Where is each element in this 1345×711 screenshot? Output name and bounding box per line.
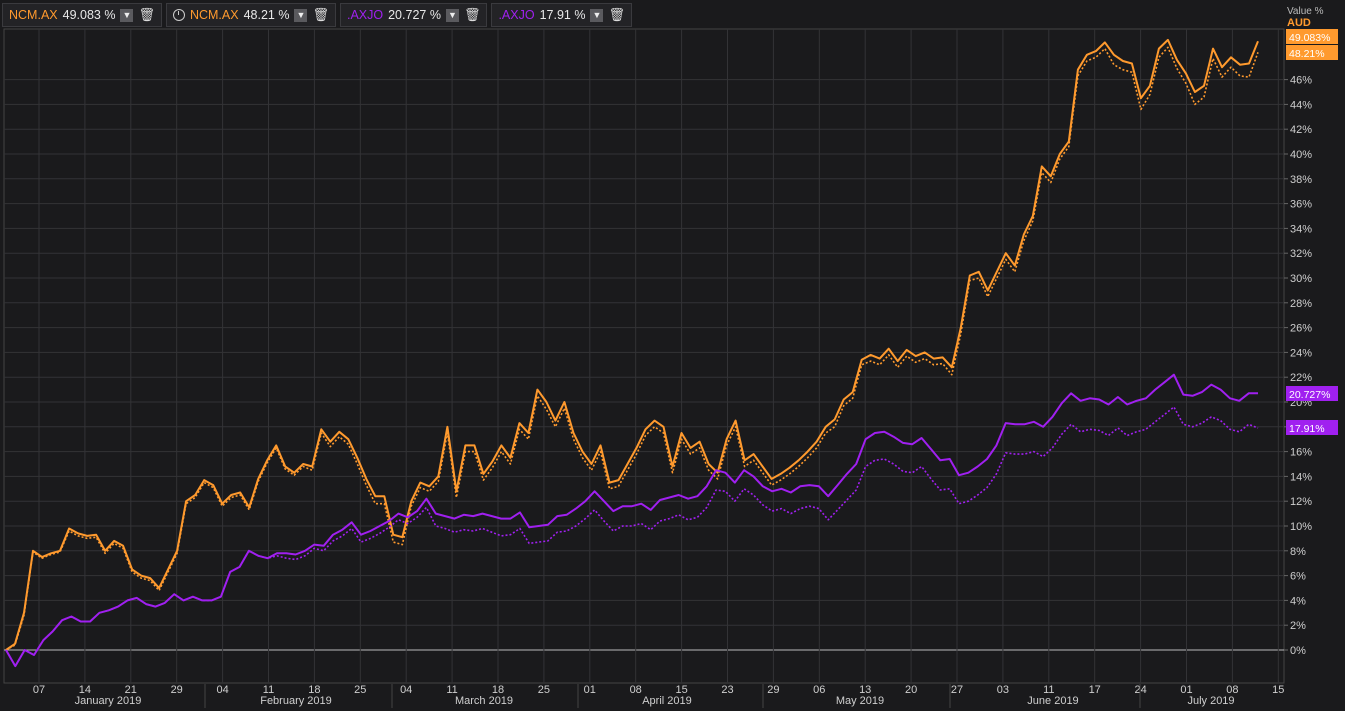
axis-currency-label: AUD [1287, 17, 1311, 29]
y-tick-label: 2% [1290, 620, 1306, 632]
x-tick-label: 04 [216, 684, 228, 696]
y-tick-label: 36% [1290, 199, 1312, 211]
y-axis: 0%2%4%6%8%10%12%14%16%18%20%22%24%26%28%… [1284, 29, 1338, 657]
end-value-label: 49.083% [1289, 32, 1330, 44]
x-tick-label: 29 [171, 684, 183, 696]
month-label: January 2019 [75, 695, 142, 707]
y-tick-label: 38% [1290, 174, 1312, 186]
y-tick-label: 6% [1290, 571, 1306, 583]
y-tick-label: 46% [1290, 75, 1312, 87]
month-label: July 2019 [1187, 695, 1234, 707]
plot-area [3, 28, 1285, 684]
month-label: March 2019 [455, 695, 513, 707]
end-value-label: 48.21% [1289, 48, 1325, 60]
y-tick-label: 0% [1290, 645, 1306, 657]
x-tick-label: 25 [538, 684, 550, 696]
x-tick-label: 03 [997, 684, 1009, 696]
x-tick-label: 27 [951, 684, 963, 696]
y-tick-label: 22% [1290, 372, 1312, 384]
y-tick-label: 14% [1290, 471, 1312, 483]
y-tick-label: 8% [1290, 546, 1306, 558]
x-tick-label: 06 [813, 684, 825, 696]
month-label: February 2019 [260, 695, 332, 707]
end-value-label: 17.91% [1289, 423, 1325, 435]
x-tick-label: 17 [1089, 684, 1101, 696]
month-label: April 2019 [642, 695, 692, 707]
month-label: May 2019 [836, 695, 884, 707]
y-tick-label: 28% [1290, 298, 1312, 310]
x-tick-label: 20 [905, 684, 917, 696]
end-value-label: 20.727% [1289, 389, 1330, 401]
x-tick-label: 15 [1272, 684, 1284, 696]
y-tick-label: 12% [1290, 496, 1312, 508]
y-tick-label: 10% [1290, 521, 1312, 533]
x-tick-label: 08 [630, 684, 642, 696]
y-tick-label: 4% [1290, 595, 1306, 607]
y-tick-label: 24% [1290, 347, 1312, 359]
axis-value-label: Value % [1287, 6, 1324, 17]
y-tick-label: 16% [1290, 447, 1312, 459]
x-tick-label: 24 [1134, 684, 1146, 696]
y-tick-label: 42% [1290, 124, 1312, 136]
x-tick-label: 29 [767, 684, 779, 696]
line-chart: 0%2%4%6%8%10%12%14%16%18%20%22%24%26%28%… [3, 6, 1338, 708]
y-tick-label: 26% [1290, 323, 1312, 335]
month-label: June 2019 [1027, 695, 1078, 707]
y-tick-label: 32% [1290, 248, 1312, 260]
y-tick-label: 44% [1290, 99, 1312, 111]
x-tick-label: 04 [400, 684, 412, 696]
y-tick-label: 34% [1290, 223, 1312, 235]
y-tick-label: 30% [1290, 273, 1312, 285]
y-tick-label: 40% [1290, 149, 1312, 161]
x-tick-label: 25 [354, 684, 366, 696]
x-axis: 07 14 21 29 04 11 18 25 04 11 18 25 01 08 15 23 29 06 13 20… [33, 684, 1284, 708]
x-tick-label: 01 [584, 684, 596, 696]
x-tick-label: 07 [33, 684, 45, 696]
x-tick-label: 23 [721, 684, 733, 696]
